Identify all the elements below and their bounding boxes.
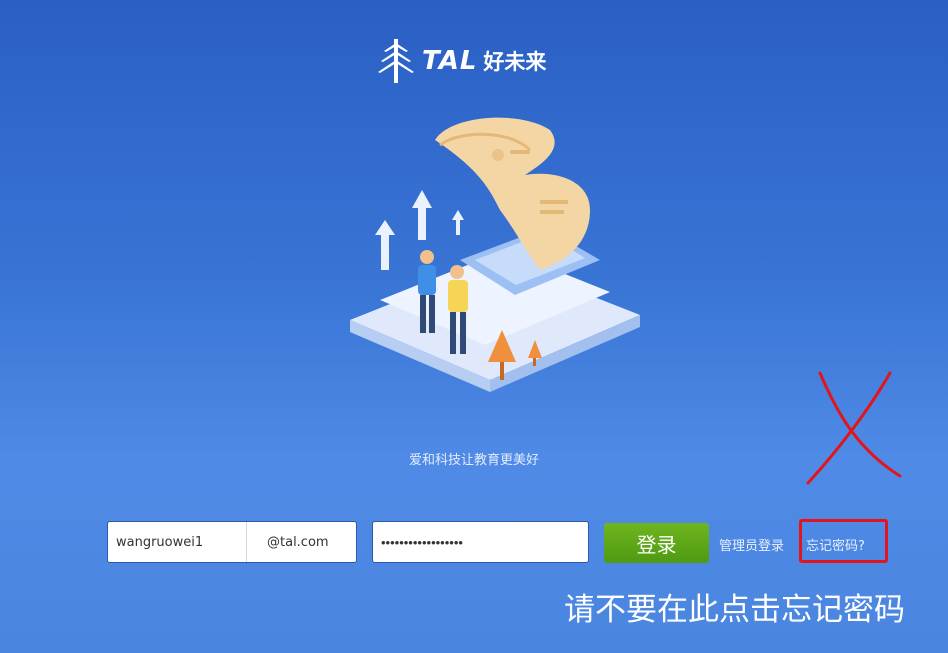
- admin-login-link[interactable]: 管理员登录: [719, 535, 784, 554]
- brand-name-cn: 好未来: [483, 50, 547, 74]
- annotation-highlight-box: [799, 519, 888, 563]
- username-field[interactable]: @tal.com: [107, 521, 357, 563]
- login-button[interactable]: 登录: [604, 523, 709, 563]
- annotation-note: 请不要在此点击忘记密码: [564, 592, 905, 628]
- pine-tree-icon: [378, 39, 414, 83]
- password-field[interactable]: [372, 521, 589, 563]
- brand-name-en: TAL: [422, 46, 478, 76]
- password-input[interactable]: [373, 522, 588, 562]
- annotation-cross-mark: [806, 371, 902, 485]
- hero-illustration: [350, 117, 640, 392]
- email-domain-suffix: @tal.com: [267, 534, 329, 550]
- tal-logo: TAL 好未来: [378, 38, 578, 84]
- username-input[interactable]: [108, 522, 247, 562]
